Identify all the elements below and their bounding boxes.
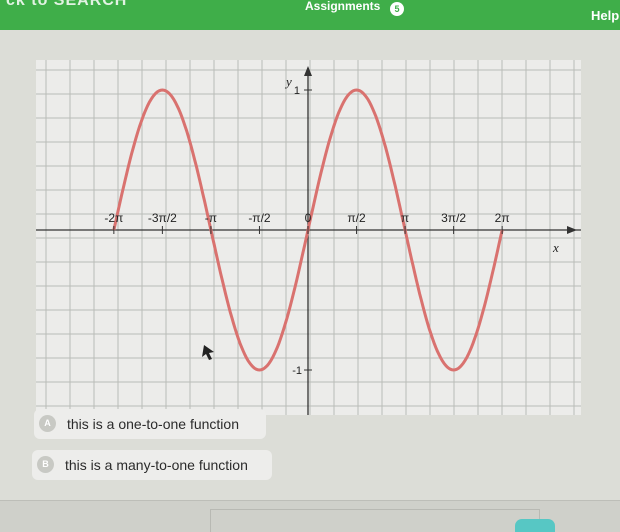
assignments-link[interactable]: Assignments: [305, 0, 380, 13]
help-link[interactable]: Help: [591, 8, 619, 23]
x-tick-label: -2π: [104, 211, 123, 225]
choice-text-a: this is a one-to-one function: [67, 416, 239, 432]
x-tick-label: 3π/2: [441, 211, 466, 225]
x-tick-label: -3π/2: [148, 211, 177, 225]
x-tick-label: -π/2: [248, 211, 271, 225]
x-axis-arrow: [567, 226, 577, 234]
x-tick-label: 2π: [495, 211, 510, 225]
assignments-count-badge: 5: [390, 2, 404, 16]
x-axis-label: x: [552, 240, 559, 255]
graph-canvas: -2π -3π/2 -π -π/2 0 π/2 π 3π/2 2π 1 -1 y x: [36, 60, 581, 415]
y-tick-label: -1: [292, 365, 302, 377]
x-tick-label: π/2: [347, 211, 366, 225]
y-axis-arrow: [304, 66, 312, 76]
y-tick-label: 1: [294, 85, 300, 97]
x-tick-label: π: [401, 211, 409, 225]
y-axis-label: y: [284, 74, 292, 89]
choice-letter-b: B: [37, 456, 54, 473]
answer-choice-b[interactable]: B this is a many-to-one function: [32, 450, 272, 480]
bottom-bar: [0, 500, 620, 532]
x-tick-label: 0: [305, 211, 312, 225]
x-tick-label: -π: [205, 211, 217, 225]
top-bar: ck to SEARCH Assignments 5 Help: [0, 0, 620, 30]
answer-choice-a[interactable]: A this is a one-to-one function: [34, 409, 266, 439]
choice-text-b: this is a many-to-one function: [65, 457, 248, 473]
bottom-action-tab[interactable]: [515, 519, 555, 532]
sine-graph: -2π -3π/2 -π -π/2 0 π/2 π 3π/2 2π 1 -1 y x: [36, 60, 581, 415]
choice-letter-a: A: [39, 415, 56, 432]
back-to-search-link[interactable]: ck to SEARCH: [6, 0, 127, 10]
bottom-tab-outline: [210, 509, 540, 532]
